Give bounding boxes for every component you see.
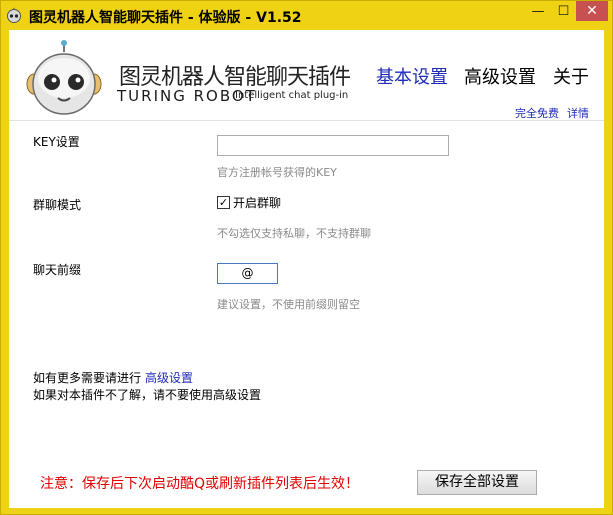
- client-area: 图灵机器人智能聊天插件 TURING ROBOT Intelligent cha…: [9, 30, 604, 508]
- tab-about[interactable]: 关于: [553, 63, 589, 89]
- checkmark-icon[interactable]: ✓: [217, 196, 230, 209]
- advanced-warning-text: 如果对本插件不了解，请不要使用高级设置: [33, 388, 262, 402]
- maximize-button[interactable]: ☐: [551, 1, 576, 21]
- prefix-hint: 建议设置，不使用前缀则留空: [217, 298, 360, 311]
- tab-basic-settings[interactable]: 基本设置: [376, 63, 448, 89]
- title-bar[interactable]: 图灵机器人智能聊天插件 - 体验版 - V1.52 — ☐ ✕: [1, 1, 612, 30]
- more-needs-text: 如有更多需要请进行: [33, 371, 142, 385]
- tab-advanced-settings[interactable]: 高级设置: [464, 63, 536, 89]
- window-title: 图灵机器人智能聊天插件 - 体验版 - V1.52: [29, 10, 302, 26]
- logo-subtitle: Intelligent chat plug-in: [235, 90, 349, 101]
- save-all-button[interactable]: 保存全部设置: [417, 470, 537, 495]
- group-chat-checkbox[interactable]: ✓ 开启群聊: [217, 194, 281, 211]
- app-window: 图灵机器人智能聊天插件 - 体验版 - V1.52 — ☐ ✕ 图灵机器人智能聊…: [0, 0, 613, 515]
- robot-mascot-icon: [26, 40, 102, 115]
- group-chat-hint: 不勾选仅支持私聊，不支持群聊: [217, 227, 371, 240]
- prefix-label: 聊天前缀: [33, 263, 82, 277]
- free-tag: 完全免费: [515, 107, 559, 120]
- key-label: KEY设置: [33, 135, 80, 149]
- key-input[interactable]: [217, 135, 449, 156]
- header-banner: 图灵机器人智能聊天插件 TURING ROBOT Intelligent cha…: [9, 30, 604, 121]
- key-hint: 官方注册帐号获得的KEY: [217, 166, 337, 179]
- restart-notice: 注意：保存后下次启动酷Q或刷新插件列表后生效！: [40, 476, 360, 492]
- group-chat-label: 群聊模式: [33, 198, 82, 212]
- prefix-input[interactable]: @: [217, 263, 278, 284]
- advanced-settings-link[interactable]: 高级设置: [145, 369, 193, 386]
- details-link[interactable]: 详情: [567, 105, 589, 121]
- minimize-button[interactable]: —: [525, 1, 551, 21]
- group-chat-checkbox-label: 开启群聊: [233, 196, 282, 210]
- close-button[interactable]: ✕: [576, 1, 608, 21]
- robot-head-icon: [7, 7, 21, 23]
